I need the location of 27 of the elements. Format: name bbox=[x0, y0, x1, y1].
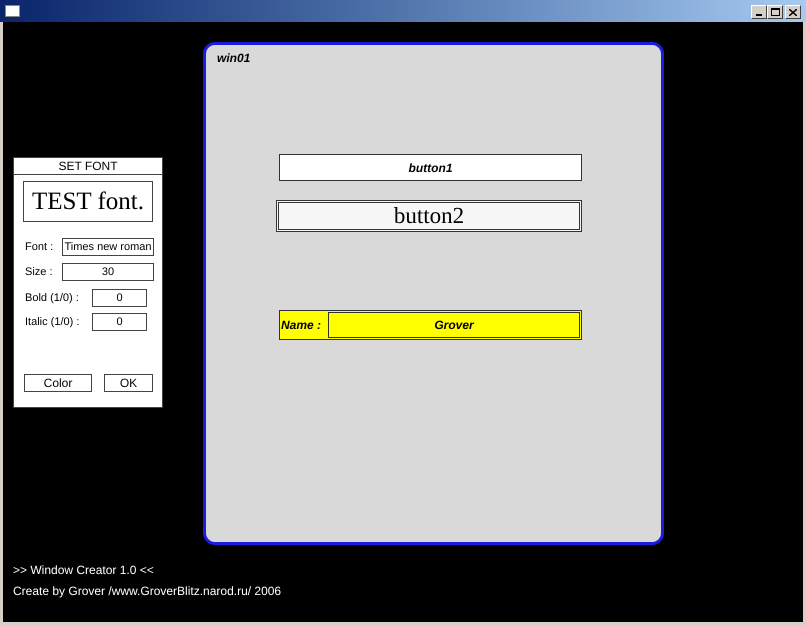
widget-button[interactable]: button1 bbox=[279, 154, 582, 181]
widget-button[interactable]: button2 bbox=[276, 200, 582, 232]
footer-text: >> Window Creator 1.0 << bbox=[13, 562, 155, 578]
app-icon bbox=[5, 5, 20, 17]
field-label: Italic (1/0) : bbox=[25, 315, 80, 330]
minimize-icon bbox=[756, 14, 762, 16]
panel-button[interactable]: OK bbox=[104, 374, 153, 392]
field-label: Bold (1/0) : bbox=[25, 291, 79, 306]
footer-text: Create by Grover /www.GroverBlitz.narod.ru/ 2006 bbox=[13, 583, 282, 599]
close-icon bbox=[789, 8, 797, 16]
panel-button[interactable]: Color bbox=[24, 374, 92, 392]
name-field[interactable]: Name : Grover bbox=[279, 310, 582, 340]
input-field[interactable]: 30 bbox=[62, 263, 154, 281]
font-preview: TEST font. bbox=[23, 181, 153, 222]
field-label: Name : bbox=[280, 317, 322, 334]
field-label: Size : bbox=[25, 265, 53, 280]
input-field[interactable]: 0 bbox=[92, 313, 147, 331]
field-label: Font : bbox=[25, 240, 54, 255]
input-field[interactable]: 0 bbox=[92, 289, 147, 307]
input-field[interactable]: Times new roman bbox=[62, 238, 154, 256]
field-value: Grover bbox=[328, 312, 580, 338]
close-button[interactable] bbox=[785, 5, 801, 19]
window-title: win01 bbox=[217, 50, 250, 67]
maximize-icon bbox=[770, 8, 780, 16]
panel-title: SET FONT bbox=[14, 158, 162, 175]
minimize-button[interactable] bbox=[751, 5, 767, 19]
maximize-button[interactable] bbox=[767, 5, 783, 19]
